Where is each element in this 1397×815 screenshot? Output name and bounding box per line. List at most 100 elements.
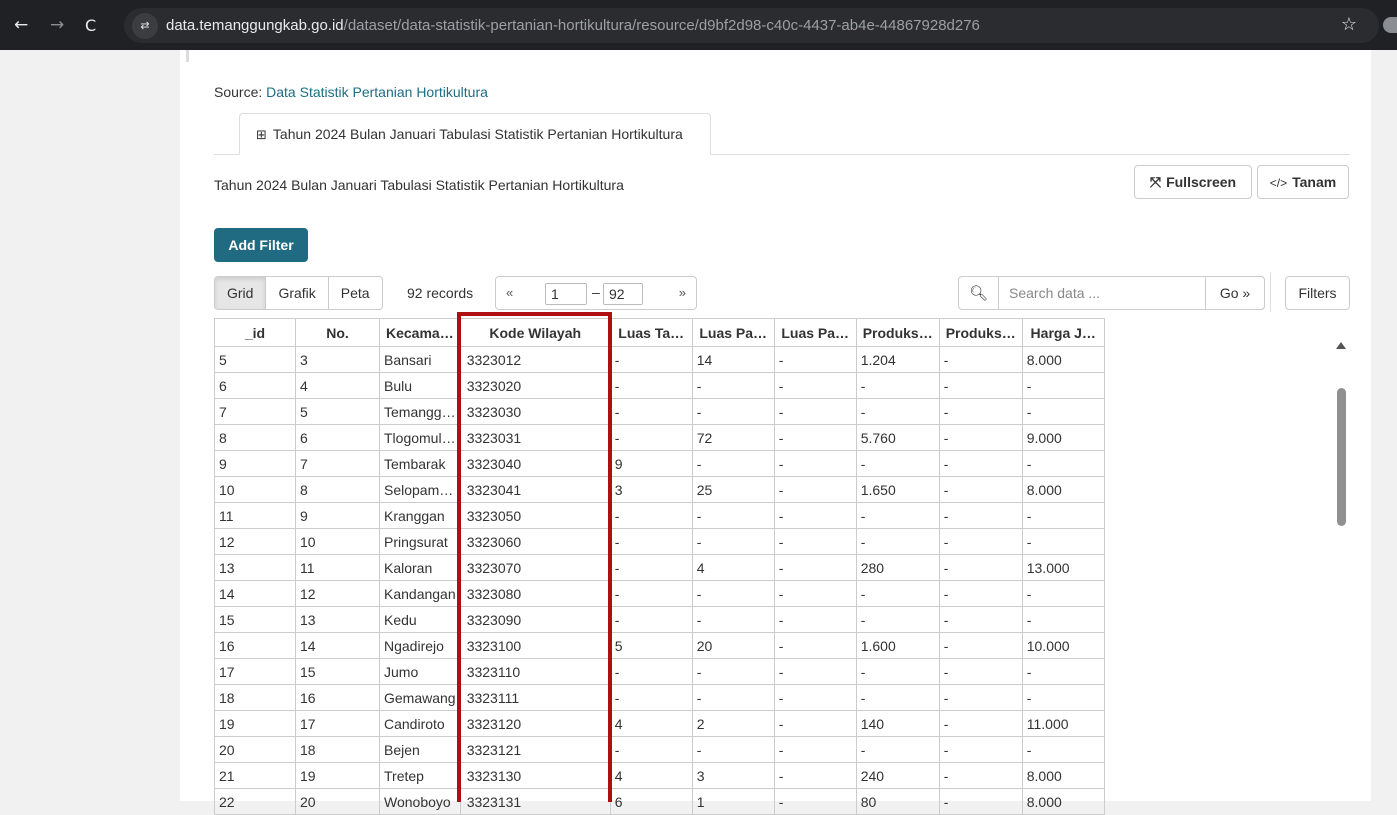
table-cell[interactable]: 6 <box>295 424 380 451</box>
table-cell[interactable]: - <box>855 606 940 633</box>
table-cell[interactable]: Ngadirejo <box>379 632 461 659</box>
table-cell[interactable]: - <box>773 632 857 659</box>
table-cell[interactable]: - <box>938 658 1023 685</box>
table-cell[interactable]: 3323121 <box>459 736 611 763</box>
table-cell[interactable]: 2 <box>691 710 775 737</box>
table-row[interactable]: 20 18 Bejen 3323121- - - - - - <box>214 736 1105 763</box>
table-cell[interactable]: 7 <box>295 450 380 477</box>
table-row[interactable]: 9 7 Tembarak 3323040 9- - - - - <box>214 450 1105 477</box>
table-cell[interactable]: - <box>773 554 857 581</box>
tab-grid[interactable]: Grid <box>215 277 267 309</box>
tab-peta[interactable]: Peta <box>329 277 382 309</box>
table-cell[interactable]: - <box>938 788 1023 815</box>
table-cell[interactable]: 20 <box>295 788 380 815</box>
table-row[interactable]: 11 9 Kranggan 3323050- - - - - - <box>214 502 1105 529</box>
table-cell[interactable]: - <box>609 398 693 425</box>
table-cell[interactable]: 9.000 <box>1021 424 1105 451</box>
table-cell[interactable]: - <box>773 346 857 373</box>
table-cell[interactable]: 25 <box>691 476 775 503</box>
table-cell[interactable]: 21 <box>214 762 296 789</box>
table-cell[interactable]: - <box>691 450 775 477</box>
table-cell[interactable]: 12 <box>295 580 380 607</box>
table-cell[interactable]: - <box>1021 372 1105 399</box>
column-header[interactable]: Produks… <box>855 318 940 347</box>
table-cell[interactable]: - <box>855 502 940 529</box>
table-cell[interactable]: 3 <box>691 762 775 789</box>
table-cell[interactable]: Selopampang <box>379 476 461 503</box>
table-cell[interactable]: 9 <box>214 450 296 477</box>
table-cell[interactable]: 3323012 <box>459 346 611 373</box>
table-cell[interactable]: - <box>609 606 693 633</box>
reload-icon[interactable]: C <box>85 16 96 35</box>
table-row[interactable]: 16 14 Ngadirejo 3323100 5 20-1.600-10.000 <box>214 632 1105 659</box>
table-cell[interactable]: - <box>609 424 693 451</box>
table-cell[interactable]: 8.000 <box>1021 476 1105 503</box>
table-cell[interactable]: - <box>938 684 1023 711</box>
table-cell[interactable]: 3323080 <box>459 580 611 607</box>
table-cell[interactable]: - <box>855 684 940 711</box>
table-row[interactable]: 7 5 Temanggung 3323030- - - - - - <box>214 398 1105 425</box>
table-cell[interactable]: 8.000 <box>1021 762 1105 789</box>
table-cell[interactable]: - <box>1021 450 1105 477</box>
table-cell[interactable]: 17 <box>214 658 296 685</box>
table-cell[interactable]: 1.204 <box>855 346 940 373</box>
table-cell[interactable]: Kandangan <box>379 580 461 607</box>
table-cell[interactable]: 11.000 <box>1021 710 1105 737</box>
table-cell[interactable]: 8 <box>295 476 380 503</box>
table-cell[interactable]: - <box>609 502 693 529</box>
table-cell[interactable]: - <box>691 528 775 555</box>
table-cell[interactable]: 16 <box>214 632 296 659</box>
table-cell[interactable]: - <box>773 606 857 633</box>
table-cell[interactable]: - <box>609 346 693 373</box>
table-cell[interactable]: 11 <box>214 502 296 529</box>
table-cell[interactable]: - <box>938 606 1023 633</box>
table-cell[interactable]: 20 <box>214 736 296 763</box>
table-row[interactable]: 13 11 Kaloran 3323070-4-280-13.000 <box>214 554 1105 581</box>
go-button[interactable]: Go » <box>1205 276 1265 310</box>
site-info-icon[interactable]: ⇄ <box>132 13 158 39</box>
table-cell[interactable]: 3323110 <box>459 658 611 685</box>
table-cell[interactable]: 3323020 <box>459 372 611 399</box>
table-cell[interactable]: 14 <box>214 580 296 607</box>
table-cell[interactable]: 6 <box>609 788 693 815</box>
table-cell[interactable]: - <box>938 710 1023 737</box>
table-cell[interactable]: - <box>609 372 693 399</box>
table-cell[interactable]: 19 <box>214 710 296 737</box>
table-cell[interactable]: Jumo <box>379 658 461 685</box>
table-cell[interactable]: 18 <box>295 736 380 763</box>
table-cell[interactable]: 14 <box>295 632 380 659</box>
table-cell[interactable]: 8.000 <box>1021 346 1105 373</box>
table-cell[interactable]: Kaloran <box>379 554 461 581</box>
table-cell[interactable]: 3323111 <box>459 684 611 711</box>
table-cell[interactable]: - <box>609 528 693 555</box>
table-cell[interactable]: 3323090 <box>459 606 611 633</box>
table-cell[interactable]: 5 <box>295 398 380 425</box>
table-cell[interactable]: 19 <box>295 762 380 789</box>
filters-button[interactable]: Filters <box>1285 276 1350 310</box>
table-cell[interactable]: 3323100 <box>459 632 611 659</box>
table-cell[interactable]: Kranggan <box>379 502 461 529</box>
table-cell[interactable]: - <box>938 632 1023 659</box>
table-cell[interactable]: 12 <box>214 528 296 555</box>
column-header[interactable]: Produks… <box>938 318 1023 347</box>
table-cell[interactable]: 4 <box>609 762 693 789</box>
table-cell[interactable]: - <box>773 502 857 529</box>
table-cell[interactable]: 3323031 <box>459 424 611 451</box>
table-cell[interactable]: - <box>773 684 857 711</box>
table-cell[interactable]: - <box>773 528 857 555</box>
table-cell[interactable]: - <box>773 450 857 477</box>
table-row[interactable]: 108Selopampang3323041325-1.650-8.000 <box>214 476 1105 503</box>
add-filter-button[interactable]: Add Filter <box>214 228 308 262</box>
table-cell[interactable]: 11 <box>295 554 380 581</box>
column-header[interactable]: Kecama… <box>379 318 461 347</box>
table-cell[interactable]: - <box>938 476 1023 503</box>
table-cell[interactable]: 4 <box>609 710 693 737</box>
table-row[interactable]: 19 17 Candiroto 3323120 4 2-140-11.000 <box>214 710 1105 737</box>
column-header[interactable]: Kode Wilayah <box>459 318 611 347</box>
table-cell[interactable]: - <box>855 398 940 425</box>
table-cell[interactable]: - <box>1021 502 1105 529</box>
table-cell[interactable]: 8 <box>214 424 296 451</box>
table-cell[interactable]: - <box>938 554 1023 581</box>
table-cell[interactable]: - <box>1021 658 1105 685</box>
pager-to-input[interactable] <box>603 283 643 305</box>
